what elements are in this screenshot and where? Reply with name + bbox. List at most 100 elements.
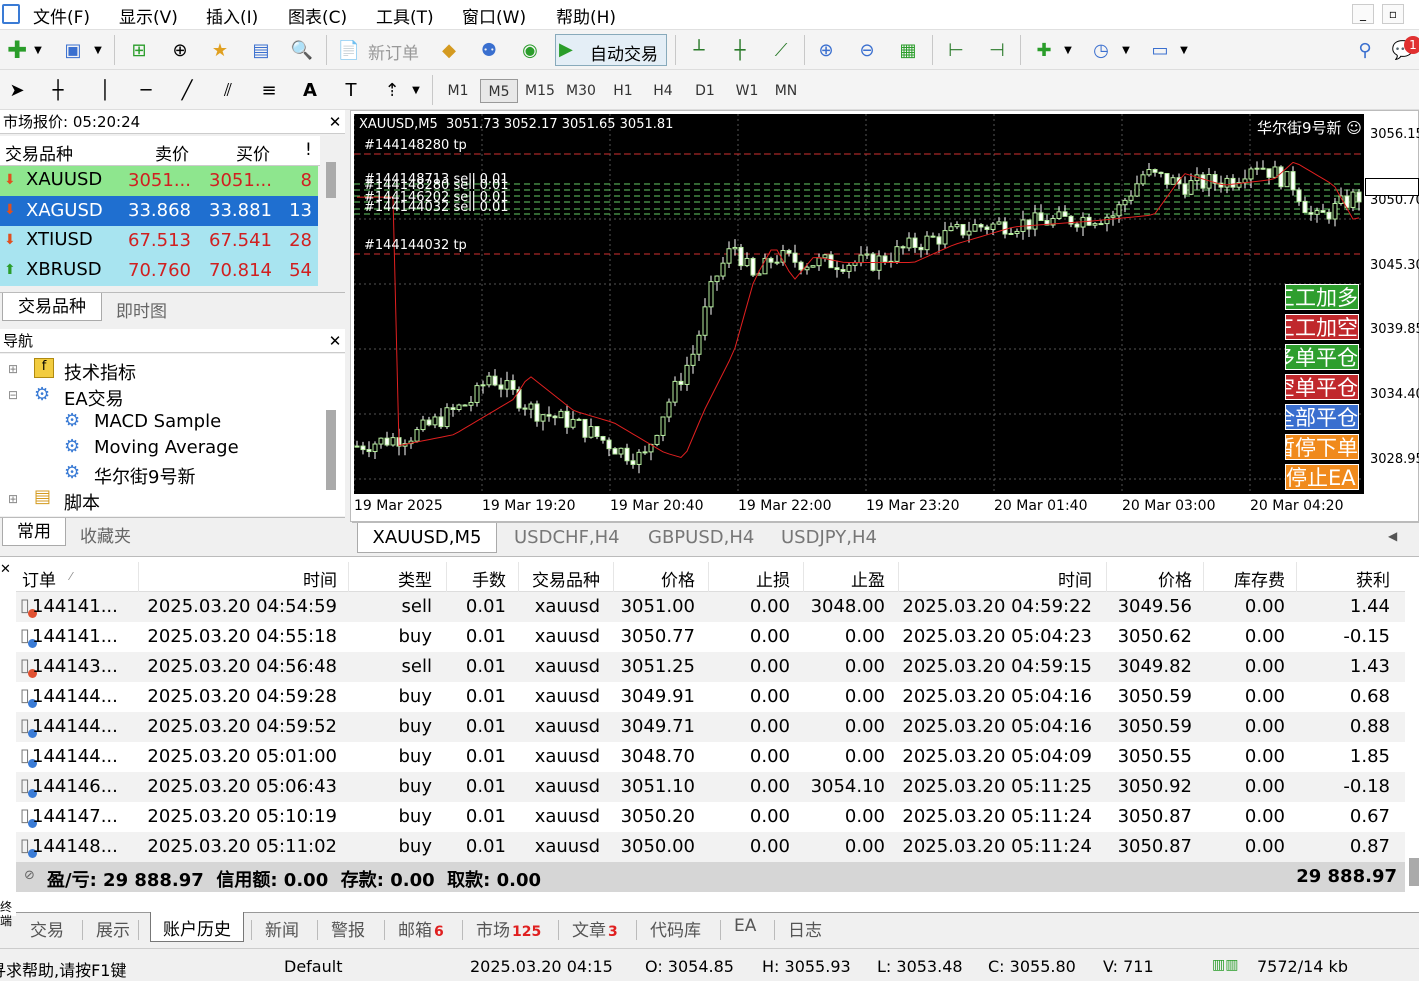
timeframe-m1[interactable]: M1 — [439, 79, 477, 103]
nav-item-moving-average[interactable]: Moving Average — [94, 437, 239, 458]
auto-scroll-icon[interactable]: ⊢ — [941, 35, 971, 65]
col-header[interactable]: 时间 — [140, 566, 337, 591]
bottom-tab[interactable]: 展示 — [96, 916, 130, 941]
text-label-icon[interactable]: T — [336, 75, 366, 105]
channel-icon[interactable]: ⫽ — [213, 75, 243, 105]
tab-symbols[interactable]: 交易品种 — [2, 293, 102, 321]
zoom-out-icon[interactable]: ⊖ — [852, 35, 882, 65]
vertical-line-icon[interactable]: │ — [90, 75, 120, 105]
periods-clock-icon[interactable]: ◷ — [1086, 35, 1116, 65]
bottom-tab[interactable]: 新闻 — [265, 916, 299, 941]
chart-tab-gbpusd[interactable]: GBPUSD,H4 — [648, 527, 754, 548]
bottom-tab[interactable]: EA — [734, 916, 756, 936]
community-icon[interactable]: ⚉ — [474, 35, 504, 65]
close-icon[interactable]: ✕ — [327, 332, 343, 350]
menu-item[interactable]: 插入(I) — [206, 3, 258, 28]
nav-item-scripts[interactable]: 脚本 — [64, 489, 100, 515]
restore-button[interactable]: ▫ — [1382, 4, 1404, 24]
chart-tab-usdchf[interactable]: USDCHF,H4 — [514, 527, 620, 548]
collapse-icon[interactable]: ⊟ — [8, 388, 18, 402]
col-header[interactable]: 止盈 — [805, 566, 885, 591]
col-header[interactable]: 止损 — [710, 566, 790, 591]
menu-item[interactable]: 帮助(H) — [556, 3, 616, 28]
market-row[interactable]: ⬇ XTIUSD 67.513 67.541 28 — [0, 226, 318, 256]
market-row[interactable]: ⬇ XAUUSD 3051... 3051... 8 — [0, 166, 318, 196]
dropdown-icon[interactable]: ▼ — [408, 75, 424, 105]
col-spread[interactable]: ! — [305, 140, 312, 160]
col-header[interactable]: 库存费 — [1205, 566, 1285, 591]
dropdown-icon[interactable]: ▼ — [30, 35, 46, 65]
chart-tab-usdjpy[interactable]: USDJPY,H4 — [781, 527, 877, 548]
navigator-scrollbar[interactable] — [326, 410, 336, 490]
bottom-tab[interactable]: 文章 3 — [572, 916, 618, 941]
nav-item-macd[interactable]: MACD Sample — [94, 411, 221, 432]
timeframe-h1[interactable]: H1 — [604, 79, 642, 103]
col-header[interactable]: 交易品种 — [520, 566, 600, 591]
timeframe-m5[interactable]: M5 — [480, 79, 518, 103]
timeframe-m15[interactable]: M15 — [521, 79, 559, 103]
chart-shift-icon[interactable]: ⊣ — [982, 35, 1012, 65]
col-symbol[interactable]: 交易品种 — [5, 140, 73, 165]
market-watch-icon[interactable]: ⊞ — [124, 35, 154, 65]
new-order-icon[interactable]: 📄 — [334, 35, 364, 65]
ea-button[interactable]: 暂停下单 — [1285, 434, 1359, 460]
table-row[interactable]: ▯ 144147... 2025.03.20 05:10:19 buy 0.01 xauu… — [16, 802, 1405, 832]
col-header[interactable]: 类型 — [350, 566, 432, 591]
tile-windows-icon[interactable]: ▦ — [893, 35, 923, 65]
dropdown-icon[interactable]: ▼ — [90, 35, 106, 65]
tab-common[interactable]: 常用 — [2, 518, 66, 546]
terminal-close-icon[interactable]: ✕ — [0, 562, 11, 577]
menu-item[interactable]: 图表(C) — [288, 3, 347, 28]
col-header[interactable]: 获利 — [1298, 566, 1390, 591]
dropdown-icon[interactable]: ▼ — [1118, 35, 1134, 65]
ea-button[interactable]: 全部平仓 — [1285, 404, 1359, 430]
col-header[interactable]: 时间 — [900, 566, 1092, 591]
signals-icon[interactable]: ◉ — [515, 35, 545, 65]
col-header[interactable]: 价格 — [615, 566, 695, 591]
menu-item[interactable]: 窗口(W) — [462, 3, 526, 28]
col-header[interactable]: 价格 — [1108, 566, 1192, 591]
fibonacci-icon[interactable]: ≡ — [254, 75, 284, 105]
new-order-button[interactable]: 新订单 — [368, 39, 419, 64]
table-row[interactable]: ▯ 144148... 2025.03.20 05:11:02 buy 0.01 xauu… — [16, 832, 1405, 862]
zoom-in-icon[interactable]: ⊕ — [811, 35, 841, 65]
ea-button[interactable]: 多单平仓 — [1285, 344, 1359, 370]
table-row[interactable]: ▯ 144144... 2025.03.20 05:01:00 buy 0.01 xauu… — [16, 742, 1405, 772]
strategy-tester-icon[interactable]: 🔍 — [287, 35, 317, 65]
minimize-button[interactable]: _ — [1352, 4, 1374, 24]
terminal-icon[interactable]: ▤ — [246, 35, 276, 65]
ea-button[interactable]: 停止EA — [1285, 464, 1359, 490]
metaeditor-icon[interactable]: ◆ — [434, 35, 464, 65]
expand-icon[interactable]: ⊞ — [8, 362, 18, 376]
auto-trade-button[interactable]: ▶ 自动交易 — [555, 34, 667, 66]
table-row[interactable]: ▯ 144141... 2025.03.20 04:55:18 buy 0.01 xauu… — [16, 622, 1405, 652]
bottom-tab[interactable]: 代码库 — [650, 916, 701, 941]
ea-button[interactable]: 空单平仓 — [1285, 374, 1359, 400]
market-row[interactable]: ⬆ XBRUSD 70.760 70.814 54 — [0, 256, 318, 286]
bottom-tab[interactable]: 交易 — [30, 916, 64, 941]
app-icon[interactable] — [2, 4, 20, 24]
table-scrollbar[interactable] — [1409, 858, 1419, 886]
navigator-icon[interactable]: ★ — [205, 35, 235, 65]
chart-tab-xauusd[interactable]: XAUUSD,M5 — [357, 523, 497, 553]
bottom-tab[interactable]: 警报 — [331, 916, 365, 941]
profiles-icon[interactable]: ▣ — [58, 35, 88, 65]
menu-item[interactable]: 工具(T) — [376, 3, 434, 28]
indicators-icon[interactable]: ✚ — [1029, 35, 1059, 65]
bottom-tab[interactable]: 账户历史 — [150, 912, 244, 942]
templates-icon[interactable]: ▭ — [1145, 35, 1175, 65]
ea-button[interactable]: 三工加空 — [1285, 314, 1359, 340]
arrows-icon[interactable]: ⇡ — [377, 75, 407, 105]
trendline-icon[interactable]: ╱ — [172, 75, 202, 105]
bar-chart-icon[interactable]: ┴ — [684, 35, 714, 65]
timeframe-w1[interactable]: W1 — [728, 79, 766, 103]
table-row[interactable]: ▯ 144143... 2025.03.20 04:56:48 sell 0.01 xau… — [16, 652, 1405, 682]
dropdown-icon[interactable]: ▼ — [1176, 35, 1192, 65]
crosshair-data-icon[interactable]: ⊕ — [165, 35, 195, 65]
table-row[interactable]: ▯ 144144... 2025.03.20 04:59:52 buy 0.01 xauu… — [16, 712, 1405, 742]
bottom-tab[interactable]: 市场 125 — [476, 916, 541, 941]
line-chart-icon[interactable]: ⟋ — [766, 35, 796, 65]
menu-item[interactable]: 文件(F) — [33, 3, 90, 28]
timeframe-m30[interactable]: M30 — [562, 79, 600, 103]
nav-item-wallstreet[interactable]: 华尔街9号新 — [94, 463, 195, 489]
